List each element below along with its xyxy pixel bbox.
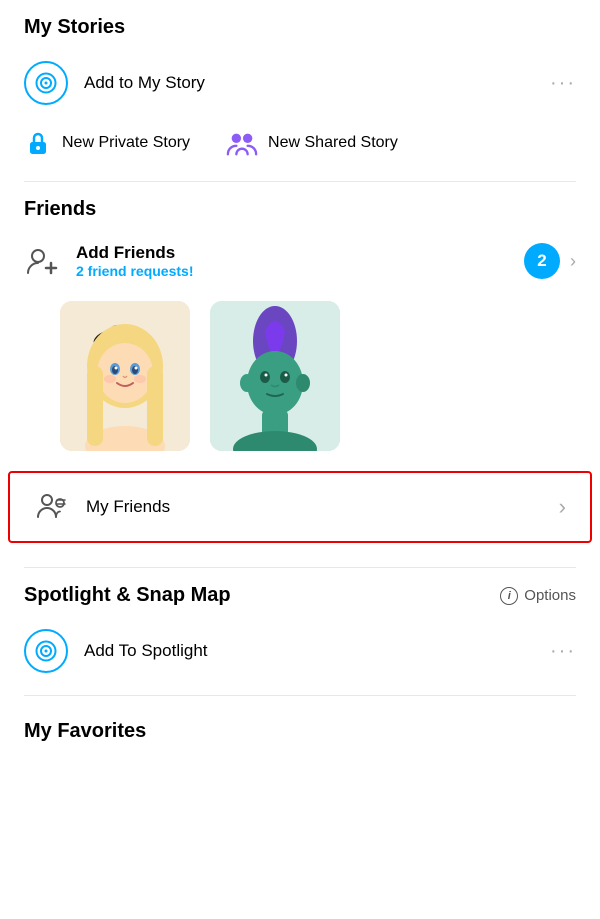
options-label: Options bbox=[524, 587, 576, 604]
new-private-story-option[interactable]: New Private Story bbox=[24, 129, 190, 157]
add-to-spotlight-label: Add To Spotlight bbox=[84, 641, 208, 661]
avatar-blonde bbox=[60, 301, 190, 451]
spotlight-section: Spotlight & Snap Map i Options Add To Sp… bbox=[0, 568, 600, 695]
options-button[interactable]: i Options bbox=[500, 587, 576, 605]
friends-title: Friends bbox=[0, 182, 600, 229]
lock-icon bbox=[24, 129, 52, 157]
add-to-spotlight-row[interactable]: Add To Spotlight ··· bbox=[0, 615, 600, 687]
add-friends-right: 2 › bbox=[524, 243, 576, 279]
my-friends-chevron: › bbox=[559, 494, 566, 520]
add-to-my-story-row[interactable]: Add to My Story ··· bbox=[0, 47, 600, 119]
group-icon bbox=[226, 129, 258, 157]
new-shared-story-option[interactable]: New Shared Story bbox=[226, 129, 398, 157]
spotlight-header-row: Spotlight & Snap Map i Options bbox=[0, 568, 600, 615]
my-favorites-section: My Favorites bbox=[0, 696, 600, 759]
friends-section: Friends Add Friends 2 friend requests! 2… bbox=[0, 182, 600, 555]
avatar-teal bbox=[210, 301, 340, 451]
friend-requests-label: 2 friend requests! bbox=[76, 263, 193, 279]
add-friends-row[interactable]: Add Friends 2 friend requests! 2 › bbox=[0, 229, 600, 293]
add-friends-info: Add Friends 2 friend requests! bbox=[76, 243, 193, 279]
spotlight-snap-map-title: Spotlight & Snap Map bbox=[24, 584, 231, 607]
spotlight-dots-menu[interactable]: ··· bbox=[550, 640, 576, 663]
my-friends-label: My Friends bbox=[86, 497, 170, 517]
add-friends-title: Add Friends bbox=[76, 243, 193, 263]
person-add-icon bbox=[24, 243, 60, 279]
my-stories-title: My Stories bbox=[0, 0, 600, 47]
add-to-my-story-label: Add to My Story bbox=[84, 73, 205, 93]
story-options-row: New Private Story New Shared Story bbox=[0, 119, 600, 173]
dots-menu-icon[interactable]: ··· bbox=[550, 72, 576, 95]
new-shared-story-label: New Shared Story bbox=[268, 134, 398, 152]
camera-icon bbox=[24, 61, 68, 105]
spotlight-left: Add To Spotlight bbox=[24, 629, 208, 673]
add-friends-left: Add Friends 2 friend requests! bbox=[24, 243, 193, 279]
my-friends-left: My Friends bbox=[34, 489, 170, 525]
info-icon: i bbox=[500, 587, 518, 605]
friends-list-icon bbox=[34, 489, 70, 525]
my-stories-section: My Stories Add to My Story ··· bbox=[0, 0, 600, 181]
my-friends-row[interactable]: My Friends › bbox=[8, 471, 592, 543]
spotlight-camera-icon bbox=[24, 629, 68, 673]
new-private-story-label: New Private Story bbox=[62, 134, 190, 152]
add-story-left: Add to My Story bbox=[24, 61, 205, 105]
my-favorites-title: My Favorites bbox=[0, 704, 600, 751]
avatars-row bbox=[0, 293, 600, 467]
friend-requests-badge: 2 bbox=[524, 243, 560, 279]
chevron-right-icon: › bbox=[570, 251, 576, 272]
